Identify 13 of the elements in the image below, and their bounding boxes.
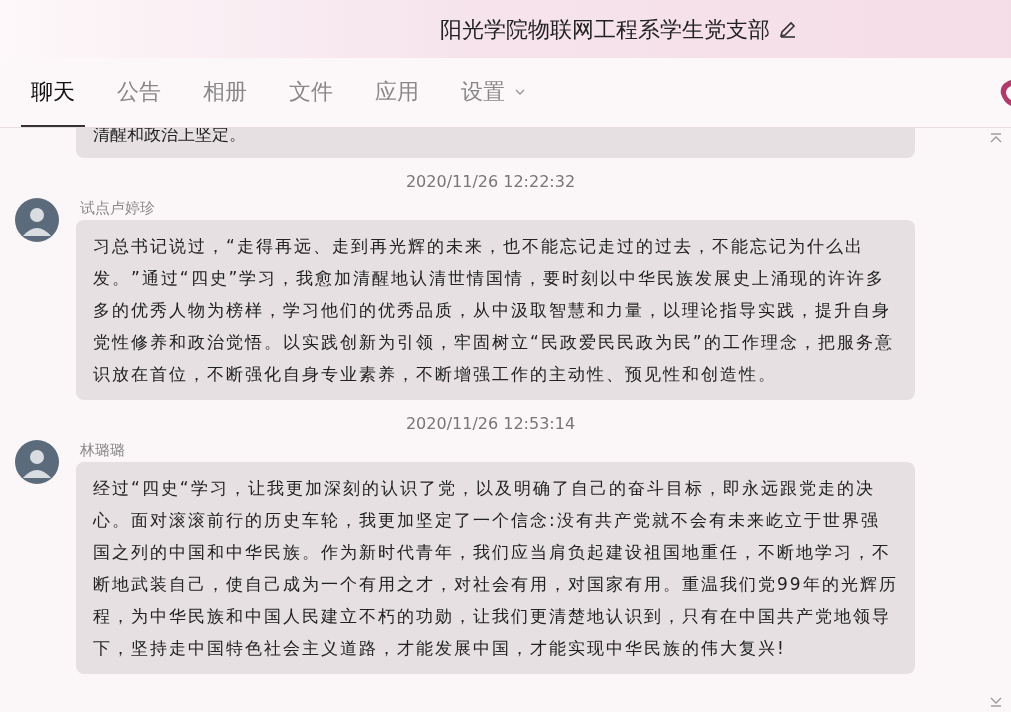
avatar-icon (15, 198, 59, 242)
sender-name: 林璐璐 (79, 440, 126, 460)
avatar-icon (15, 440, 59, 484)
scroll-up-icon[interactable] (989, 132, 1003, 144)
group-title: 阳光学院物联网工程系学生党支部 (440, 15, 770, 44)
scroll-down-icon[interactable] (989, 696, 1003, 708)
sender-name: 试点卢婷珍 (79, 198, 156, 218)
timestamp: 2020/11/26 12:53:14 (405, 413, 576, 435)
message-bubble: 习总书记说过，“走得再远、走到再光辉的未来，也不能忘记走过的过去，不能忘记为什么出发。”通过“四史”学习，我愈加清醒地认清世情国情，要时刻以中华民族发展史上涌现的许许多多的优秀人物为榜样，学习他们的优秀品质，从中汲取智慧和力量，以理论指导实践，提升自身党性修养和政治觉悟。以实践创新为引领，牢固树立“民政爱民民政为民”的工作理念，把服务意识放在首位，不断强化自身专业素养，不断增强工作的主动性、预见性和创造性。 (76, 220, 915, 400)
tab[interactable]: 聊天 (21, 58, 85, 127)
edit-icon[interactable] (778, 19, 798, 39)
timestamp: 2020/11/26 12:22:32 (405, 171, 576, 193)
message-bubble: 经过“四史“学习，让我更加深刻的认识了党，以及明确了自己的奋斗目标，即永远跟党走的决心。面对滚滚前行的历史车轮，我更加坚定了一个信念:没有共产党就不会有未来屹立于世界强国之列的中国和中华民族。作为新时代青年，我们应当肩负起建设祖国地重任，不断地学习，不断地武装自己，使自己成为一个有用之才，对社会有用，对国家有用。重温我们党99年的光辉历程，为中华民族和中国人民建立不朽的功勋，让我们更清楚地认识到，只有在中国共产党地领导下，坚持走中国特色社会主义道路，才能发展中国，才能实现中华民族的伟大复兴! (76, 462, 915, 674)
